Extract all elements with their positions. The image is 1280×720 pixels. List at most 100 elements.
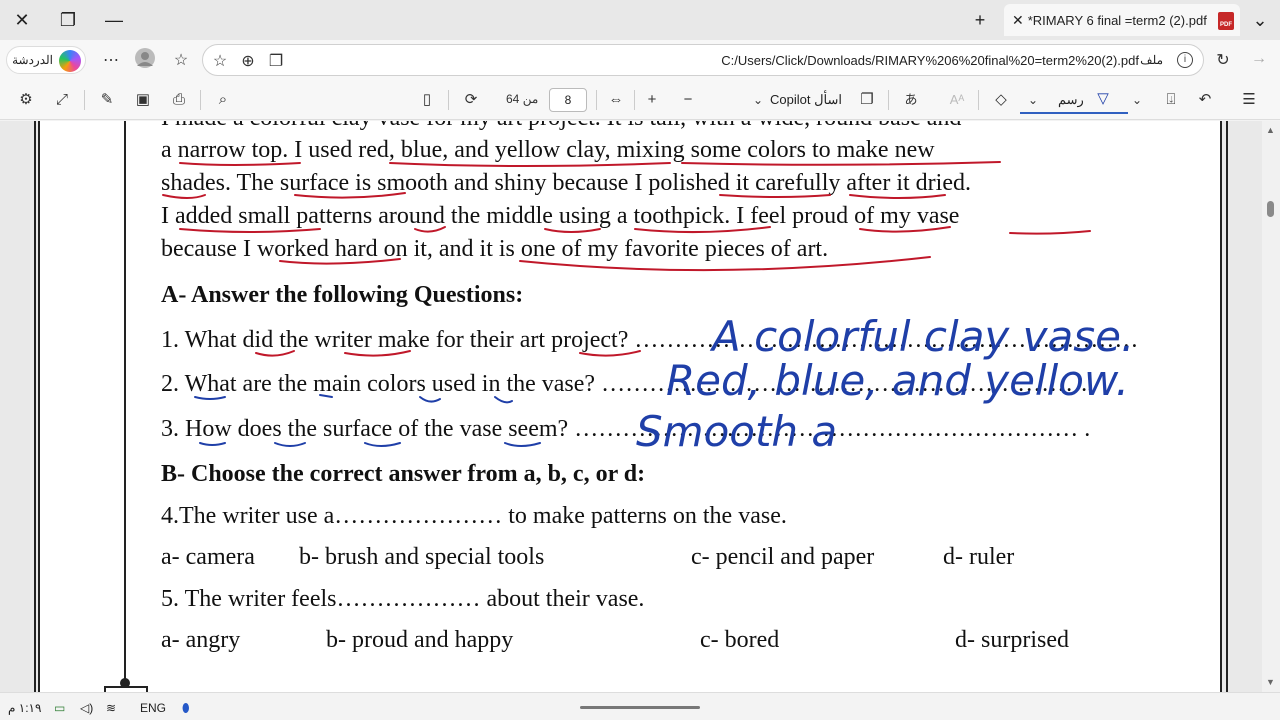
- taskbar: ١:١٩ م ▭ ◁) ≋ ENG ⬮: [0, 692, 1280, 720]
- fullscreen-icon[interactable]: ⤢: [51, 90, 73, 110]
- ask-copilot-button[interactable]: Copilot اسأل: [770, 92, 842, 108]
- scrollbar-thumb[interactable]: [1267, 201, 1274, 217]
- vertical-scrollbar[interactable]: ▲ ▼: [1262, 121, 1280, 692]
- option-c: c- bored: [700, 627, 780, 653]
- page-border-left: [34, 121, 36, 692]
- option-b: b- brush and special tools: [299, 544, 545, 570]
- section-b-heading: B- Choose the correct answer from a, b, …: [161, 461, 646, 487]
- toolbar-divider: [200, 90, 201, 110]
- favorites-icon[interactable]: ☆: [170, 50, 192, 70]
- option-d: d- surprised: [955, 627, 1069, 653]
- new-tab-icon[interactable]: +: [966, 6, 994, 34]
- tab-list-chevron-icon[interactable]: ⌄: [1246, 6, 1274, 34]
- copilot-toolbar-icon[interactable]: ❐: [856, 90, 878, 110]
- eraser-icon[interactable]: ◇: [990, 90, 1012, 110]
- more-options-icon[interactable]: ⋯: [100, 50, 122, 70]
- chevron-down-icon[interactable]: ⌄: [747, 90, 769, 110]
- refresh-icon[interactable]: ↻: [1212, 50, 1234, 70]
- option-b: b- proud and happy: [326, 627, 514, 653]
- page-margin-line: [124, 121, 126, 681]
- microphone-icon[interactable]: ⬮: [182, 701, 190, 716]
- section-a-heading: A- Answer the following Questions:: [161, 282, 524, 308]
- chevron-down-icon[interactable]: ⌄: [1126, 90, 1148, 110]
- pdf-icon: PDF: [1218, 12, 1234, 30]
- contents-list-icon[interactable]: ☰: [1238, 90, 1260, 110]
- copilot-chat-button[interactable]: الدردشة: [6, 46, 86, 74]
- fit-width-icon[interactable]: ⇔: [605, 90, 627, 110]
- read-aloud-icon[interactable]: あ: [900, 90, 922, 110]
- scroll-up-icon[interactable]: ▲: [1266, 125, 1275, 135]
- page-total: من 64: [506, 92, 539, 106]
- profile-avatar[interactable]: [134, 47, 156, 74]
- rotate-icon[interactable]: ⟳: [460, 90, 482, 110]
- draw-button[interactable]: ⌄ رسم ▽: [1020, 84, 1128, 114]
- question-4: 4.The writer use a………………… to make patter…: [161, 503, 787, 529]
- draw-label: رسم: [1058, 92, 1084, 107]
- question-2-text: 2. What are the main colors used in the …: [161, 371, 596, 397]
- page-number-input[interactable]: 8: [549, 88, 587, 112]
- zoom-in-icon[interactable]: +: [641, 90, 663, 110]
- toolbar-divider: [634, 90, 635, 110]
- settings-icon[interactable]: ⚙: [15, 90, 37, 110]
- question-1-text: 1. What did the writer make for their ar…: [161, 327, 629, 353]
- answer-blank: ……………………………………………………..: [601, 371, 1094, 397]
- extensions-icon[interactable]: ❐: [265, 51, 287, 71]
- page-view-icon[interactable]: ▯: [416, 90, 438, 110]
- tab-title: *RIMARY 6 final =term2 (2).pdf: [1027, 12, 1207, 28]
- toolbar-divider: [84, 90, 85, 110]
- chat-label: الدردشة: [12, 53, 53, 67]
- passage-line: shades. The surface is smooth and shiny …: [161, 170, 971, 196]
- battery-icon[interactable]: ▭: [54, 701, 65, 715]
- chevron-down-icon[interactable]: ⌄: [1022, 90, 1044, 110]
- undo-icon[interactable]: ↶: [1194, 90, 1216, 110]
- question-5: 5. The writer feels……………… about their va…: [161, 586, 645, 612]
- save-icon[interactable]: ▣: [132, 90, 154, 110]
- file-label: ملف: [1140, 53, 1163, 67]
- page-border-right: [1226, 121, 1228, 692]
- add-favorite-icon[interactable]: ☆: [209, 51, 231, 71]
- question-3-text: 3. How does the surface of the vase seem…: [161, 416, 569, 442]
- highlighter-icon[interactable]: ⍗: [1160, 90, 1182, 110]
- toolbar-divider: [978, 90, 979, 110]
- search-icon[interactable]: ⌕: [212, 90, 234, 110]
- address-bar: الدردشة ⋯ ☆ ☆ ⊕ ❐ C:/Users/Click/Downloa…: [0, 40, 1280, 80]
- clock[interactable]: ١:١٩ م: [8, 701, 41, 715]
- zoom-icon[interactable]: ⊕: [237, 51, 259, 71]
- question-3: 3. How does the surface of the vase seem…: [161, 416, 1090, 443]
- close-window-icon[interactable]: ✕: [8, 6, 36, 34]
- pdf-toolbar: ⚙ ⤢ ✎ ▣ ⎙ ⌕ ▯ ⟳ من 64 8 ⇔ + − ⌄ Copilot …: [0, 80, 1280, 120]
- zoom-out-icon[interactable]: −: [677, 90, 699, 110]
- answer-blank: ………………………………………………………: [634, 327, 1139, 353]
- tab-close-icon[interactable]: ✕: [1012, 12, 1024, 29]
- passage-line: I made a colorful clay vase for my art p…: [161, 121, 961, 132]
- pen-icon[interactable]: ▽: [1092, 89, 1114, 109]
- passage-line: I added small patterns around the middle…: [161, 203, 960, 229]
- url-text: C:/Users/Click/Downloads/RIMARY%206%20fi…: [721, 53, 1139, 68]
- toolbar-divider: [596, 90, 597, 110]
- answer-blank: ……………………………………………………… .: [574, 416, 1091, 442]
- url-field[interactable]: ☆ ⊕ ❐ C:/Users/Click/Downloads/RIMARY%20…: [202, 44, 1204, 76]
- text-size-icon[interactable]: Aᴬ: [946, 90, 968, 110]
- forward-icon[interactable]: →: [1248, 50, 1270, 68]
- tab-pdf[interactable]: ✕ *RIMARY 6 final =term2 (2).pdf PDF: [1004, 4, 1240, 36]
- title-bar: ✕ ❐ — + ✕ *RIMARY 6 final =term2 (2).pdf…: [0, 0, 1280, 40]
- info-icon[interactable]: i: [1177, 52, 1193, 68]
- option-d: d- ruler: [943, 544, 1015, 570]
- scroll-down-icon[interactable]: ▼: [1266, 677, 1275, 687]
- restore-window-icon[interactable]: ❐: [54, 6, 82, 34]
- gesture-handle[interactable]: [580, 706, 700, 709]
- input-language[interactable]: ENG: [140, 701, 166, 715]
- toolbar-divider: [888, 90, 889, 110]
- wifi-icon[interactable]: ≋: [106, 701, 116, 715]
- option-c: c- pencil and paper: [691, 544, 875, 570]
- passage-line: a narrow top. I used red, blue, and yell…: [161, 137, 935, 163]
- print-icon[interactable]: ⎙: [168, 90, 190, 110]
- option-a: a- angry: [161, 627, 241, 653]
- pdf-viewer[interactable]: I made a colorful clay vase for my art p…: [0, 121, 1262, 692]
- save-as-icon[interactable]: ✎: [96, 90, 118, 110]
- copilot-icon: [59, 50, 81, 72]
- option-a: a- camera: [161, 544, 255, 570]
- minimize-window-icon[interactable]: —: [100, 6, 128, 34]
- volume-icon[interactable]: ◁): [80, 701, 93, 715]
- passage-line: because I worked hard on it, and it is o…: [161, 236, 829, 262]
